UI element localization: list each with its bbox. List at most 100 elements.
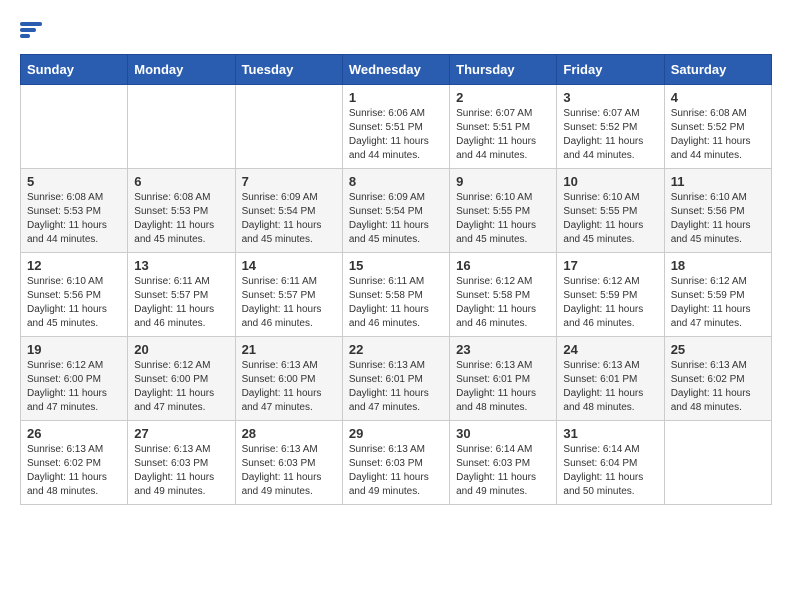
day-number: 26: [27, 426, 121, 441]
day-number: 29: [349, 426, 443, 441]
day-info: Sunrise: 6:13 AM Sunset: 6:01 PM Dayligh…: [349, 359, 443, 415]
calendar-cell: 24 Sunrise: 6:13 AM Sunset: 6:01 PM Dayli…: [557, 337, 664, 421]
day-info: Sunrise: 6:08 AM Sunset: 5:52 PM Dayligh…: [671, 107, 765, 163]
calendar-cell: 18Sunrise: 6:12 AM Sunset: 5:59 PM Dayli…: [664, 253, 771, 337]
calendar-week-row: 19 Sunrise: 6:12 AM Sunset: 6:00 PM Dayli…: [21, 337, 772, 421]
calendar-cell: 31 Sunrise: 6:14 AM Sunset: 6:04 PM Dayli…: [557, 421, 664, 505]
calendar-cell: 23 Sunrise: 6:13 AM Sunset: 6:01 PM Dayli…: [450, 337, 557, 421]
calendar-cell: 7Sunrise: 6:09 AM Sunset: 5:54 PM Daylig…: [235, 169, 342, 253]
calendar-cell: 6Sunrise: 6:08 AM Sunset: 5:53 PM Daylig…: [128, 169, 235, 253]
calendar-cell: [235, 85, 342, 169]
calendar-cell: [128, 85, 235, 169]
calendar-cell: 22 Sunrise: 6:13 AM Sunset: 6:01 PM Dayli…: [342, 337, 449, 421]
day-info: Sunrise: 6:13 AM Sunset: 6:01 PM Dayligh…: [456, 359, 550, 415]
calendar-day-header: Tuesday: [235, 55, 342, 85]
logo-graphic: [20, 22, 42, 38]
calendar-day-header: Wednesday: [342, 55, 449, 85]
day-info: Sunrise: 6:13 AM Sunset: 6:03 PM Dayligh…: [242, 443, 336, 499]
day-info: Sunrise: 6:10 AM Sunset: 5:55 PM Dayligh…: [563, 191, 657, 247]
day-number: 11: [671, 174, 765, 189]
day-number: 21: [242, 342, 336, 357]
day-info: Sunrise: 6:07 AM Sunset: 5:51 PM Dayligh…: [456, 107, 550, 163]
day-number: 23: [456, 342, 550, 357]
calendar-day-header: Thursday: [450, 55, 557, 85]
day-number: 19: [27, 342, 121, 357]
calendar-cell: 4 Sunrise: 6:08 AM Sunset: 5:52 PM Daylig…: [664, 85, 771, 169]
calendar-cell: 26 Sunrise: 6:13 AM Sunset: 6:02 PM Dayli…: [21, 421, 128, 505]
calendar-week-row: 26 Sunrise: 6:13 AM Sunset: 6:02 PM Dayli…: [21, 421, 772, 505]
calendar-cell: [21, 85, 128, 169]
day-info: Sunrise: 6:11 AM Sunset: 5:57 PM Dayligh…: [242, 275, 336, 331]
day-info: Sunrise: 6:13 AM Sunset: 6:03 PM Dayligh…: [349, 443, 443, 499]
day-info: Sunrise: 6:10 AM Sunset: 5:56 PM Dayligh…: [671, 191, 765, 247]
day-number: 4: [671, 90, 765, 105]
day-info: Sunrise: 6:12 AM Sunset: 5:58 PM Dayligh…: [456, 275, 550, 331]
calendar-cell: 2Sunrise: 6:07 AM Sunset: 5:51 PM Daylig…: [450, 85, 557, 169]
calendar-day-header: Monday: [128, 55, 235, 85]
day-number: 17: [563, 258, 657, 273]
calendar-cell: 3Sunrise: 6:07 AM Sunset: 5:52 PM Daylig…: [557, 85, 664, 169]
day-info: Sunrise: 6:10 AM Sunset: 5:56 PM Dayligh…: [27, 275, 121, 331]
day-number: 13: [134, 258, 228, 273]
logo-line-2: [20, 28, 36, 32]
day-number: 22: [349, 342, 443, 357]
logo-line-3: [20, 34, 30, 38]
calendar-cell: 14 Sunrise: 6:11 AM Sunset: 5:57 PM Dayli…: [235, 253, 342, 337]
calendar-week-row: 5 Sunrise: 6:08 AM Sunset: 5:53 PM Daylig…: [21, 169, 772, 253]
day-info: Sunrise: 6:11 AM Sunset: 5:58 PM Dayligh…: [349, 275, 443, 331]
day-number: 24: [563, 342, 657, 357]
calendar-cell: 11 Sunrise: 6:10 AM Sunset: 5:56 PM Dayli…: [664, 169, 771, 253]
day-info: Sunrise: 6:08 AM Sunset: 5:53 PM Dayligh…: [27, 191, 121, 247]
calendar-cell: 28Sunrise: 6:13 AM Sunset: 6:03 PM Dayli…: [235, 421, 342, 505]
calendar-cell: 5 Sunrise: 6:08 AM Sunset: 5:53 PM Daylig…: [21, 169, 128, 253]
calendar-cell: 1 Sunrise: 6:06 AM Sunset: 5:51 PM Daylig…: [342, 85, 449, 169]
calendar-cell: 10Sunrise: 6:10 AM Sunset: 5:55 PM Dayli…: [557, 169, 664, 253]
calendar-cell: 19Sunrise: 6:12 AM Sunset: 6:00 PM Dayli…: [21, 337, 128, 421]
calendar-cell: 20 Sunrise: 6:12 AM Sunset: 6:00 PM Dayli…: [128, 337, 235, 421]
day-info: Sunrise: 6:14 AM Sunset: 6:03 PM Dayligh…: [456, 443, 550, 499]
calendar-day-header: Sunday: [21, 55, 128, 85]
calendar-cell: 8Sunrise: 6:09 AM Sunset: 5:54 PM Daylig…: [342, 169, 449, 253]
day-info: Sunrise: 6:12 AM Sunset: 5:59 PM Dayligh…: [563, 275, 657, 331]
day-number: 20: [134, 342, 228, 357]
day-info: Sunrise: 6:07 AM Sunset: 5:52 PM Dayligh…: [563, 107, 657, 163]
day-info: Sunrise: 6:13 AM Sunset: 6:02 PM Dayligh…: [27, 443, 121, 499]
day-number: 30: [456, 426, 550, 441]
logo-line-1: [20, 22, 42, 26]
day-number: 27: [134, 426, 228, 441]
day-info: Sunrise: 6:13 AM Sunset: 6:01 PM Dayligh…: [563, 359, 657, 415]
day-info: Sunrise: 6:12 AM Sunset: 5:59 PM Dayligh…: [671, 275, 765, 331]
calendar-body: 1 Sunrise: 6:06 AM Sunset: 5:51 PM Daylig…: [21, 85, 772, 505]
calendar-cell: 25Sunrise: 6:13 AM Sunset: 6:02 PM Dayli…: [664, 337, 771, 421]
calendar-table: SundayMondayTuesdayWednesdayThursdayFrid…: [20, 54, 772, 505]
calendar-cell: 15 Sunrise: 6:11 AM Sunset: 5:58 PM Dayli…: [342, 253, 449, 337]
calendar-header: SundayMondayTuesdayWednesdayThursdayFrid…: [21, 55, 772, 85]
calendar-week-row: 12Sunrise: 6:10 AM Sunset: 5:56 PM Dayli…: [21, 253, 772, 337]
day-info: Sunrise: 6:11 AM Sunset: 5:57 PM Dayligh…: [134, 275, 228, 331]
calendar-cell: 9Sunrise: 6:10 AM Sunset: 5:55 PM Daylig…: [450, 169, 557, 253]
logo: [20, 20, 46, 38]
calendar-day-header: Friday: [557, 55, 664, 85]
day-info: Sunrise: 6:14 AM Sunset: 6:04 PM Dayligh…: [563, 443, 657, 499]
calendar-week-row: 1 Sunrise: 6:06 AM Sunset: 5:51 PM Daylig…: [21, 85, 772, 169]
day-number: 1: [349, 90, 443, 105]
calendar-day-header: Saturday: [664, 55, 771, 85]
day-number: 16: [456, 258, 550, 273]
day-number: 14: [242, 258, 336, 273]
day-number: 8: [349, 174, 443, 189]
calendar-cell: 16 Sunrise: 6:12 AM Sunset: 5:58 PM Dayli…: [450, 253, 557, 337]
day-info: Sunrise: 6:13 AM Sunset: 6:03 PM Dayligh…: [134, 443, 228, 499]
calendar-cell: 27 Sunrise: 6:13 AM Sunset: 6:03 PM Dayli…: [128, 421, 235, 505]
header: [20, 20, 772, 38]
day-info: Sunrise: 6:09 AM Sunset: 5:54 PM Dayligh…: [242, 191, 336, 247]
calendar-cell: 17 Sunrise: 6:12 AM Sunset: 5:59 PM Dayli…: [557, 253, 664, 337]
calendar-cell: [664, 421, 771, 505]
day-info: Sunrise: 6:12 AM Sunset: 6:00 PM Dayligh…: [134, 359, 228, 415]
day-number: 31: [563, 426, 657, 441]
page: SundayMondayTuesdayWednesdayThursdayFrid…: [0, 0, 792, 515]
calendar-cell: 12Sunrise: 6:10 AM Sunset: 5:56 PM Dayli…: [21, 253, 128, 337]
day-number: 25: [671, 342, 765, 357]
day-info: Sunrise: 6:06 AM Sunset: 5:51 PM Dayligh…: [349, 107, 443, 163]
day-number: 15: [349, 258, 443, 273]
day-number: 5: [27, 174, 121, 189]
